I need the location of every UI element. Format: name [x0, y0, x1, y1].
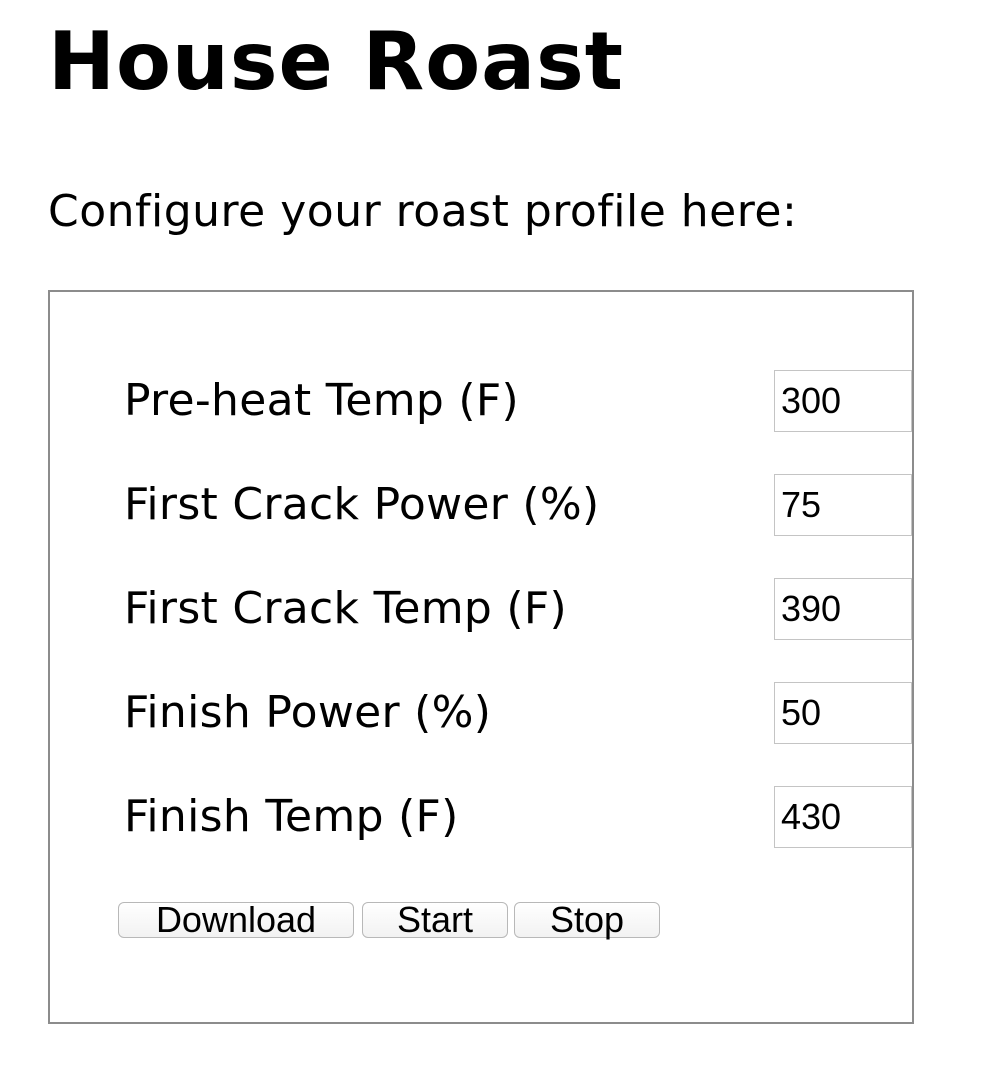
finish-power-input[interactable] [774, 682, 912, 744]
field-row-first-crack-power: First Crack Power (%) [124, 474, 912, 536]
field-row-preheat-temp: Pre-heat Temp (F) [124, 370, 912, 432]
roast-profile-panel: Pre-heat Temp (F) First Crack Power (%) … [48, 290, 914, 1024]
intro-text: Configure your roast profile here: [48, 186, 798, 237]
preheat-temp-label: Pre-heat Temp (F) [124, 375, 519, 426]
first-crack-power-input[interactable] [774, 474, 912, 536]
finish-power-label: Finish Power (%) [124, 687, 492, 738]
first-crack-temp-label: First Crack Temp (F) [124, 583, 567, 634]
first-crack-power-label: First Crack Power (%) [124, 479, 600, 530]
field-row-finish-power: Finish Power (%) [124, 682, 912, 744]
stop-button[interactable]: Stop [514, 902, 660, 938]
first-crack-temp-input[interactable] [774, 578, 912, 640]
finish-temp-input[interactable] [774, 786, 912, 848]
finish-temp-label: Finish Temp (F) [124, 791, 459, 842]
start-button[interactable]: Start [362, 902, 508, 938]
field-row-first-crack-temp: First Crack Temp (F) [124, 578, 912, 640]
field-row-finish-temp: Finish Temp (F) [124, 786, 912, 848]
download-button[interactable]: Download [118, 902, 354, 938]
preheat-temp-input[interactable] [774, 370, 912, 432]
page-title: House Roast [48, 15, 624, 108]
